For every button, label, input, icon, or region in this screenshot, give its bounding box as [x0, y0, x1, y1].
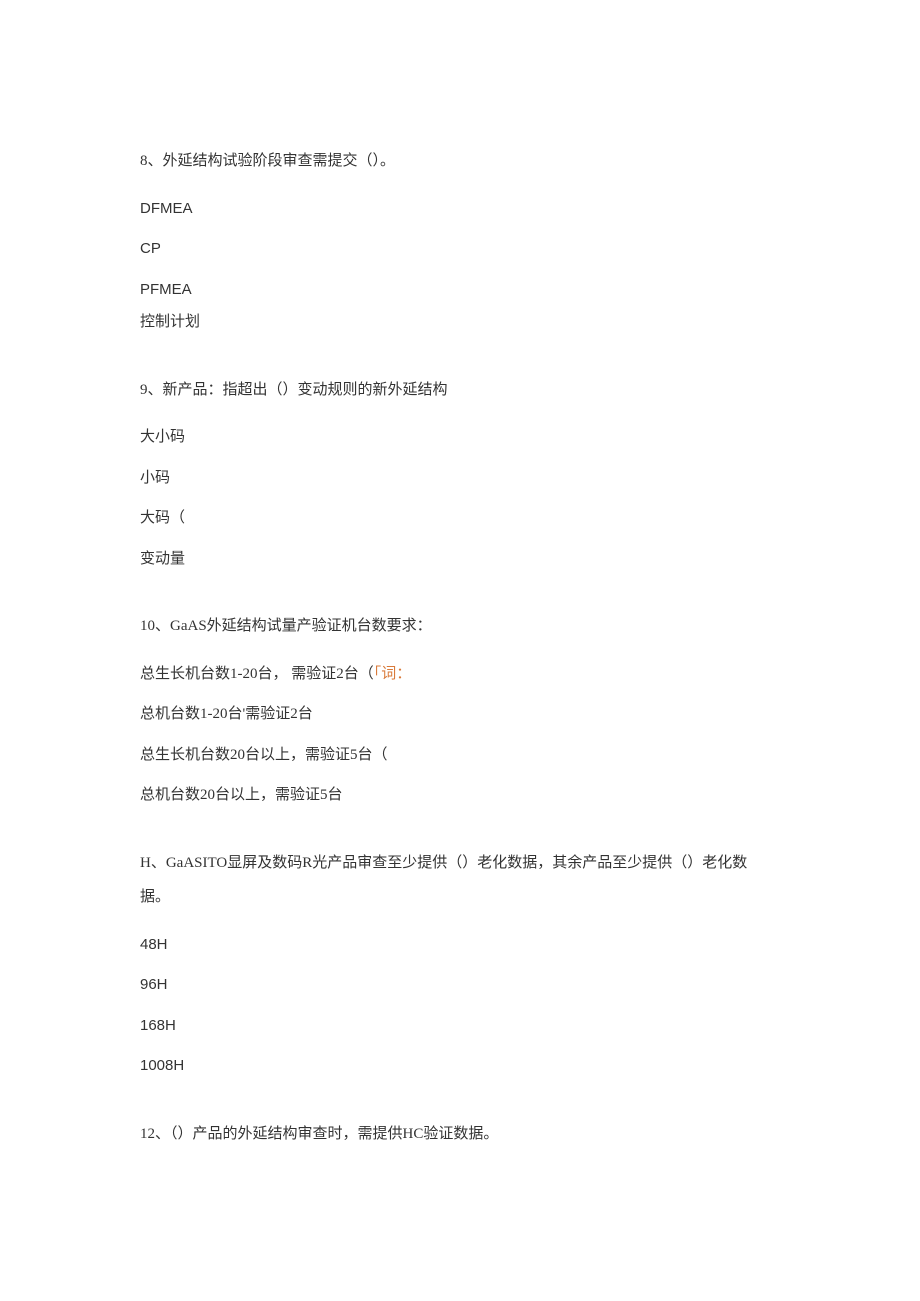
option-c: 总生长机台数20台以上，需验证5台（ [140, 744, 780, 767]
option-text-orange: 「词： [374, 666, 412, 682]
question-12: 12、（）产品的外延结构审查时，需提供HC验证数据。 [140, 1123, 780, 1146]
option-d: 变动量 [140, 548, 780, 571]
option-a: 总生长机台数1-20台， 需验证2台（「词： [140, 663, 780, 686]
question-h: H、GaASITO显屏及数码R光产品审查至少提供（）老化数据，其余产品至少提供（… [140, 852, 780, 1078]
option-a: 大小码 [140, 426, 780, 449]
question-title-line1: H、GaASITO显屏及数码R光产品审查至少提供（）老化数据，其余产品至少提供（… [140, 855, 747, 871]
question-title-line2: 据。 [140, 886, 780, 909]
option-b: 小码 [140, 467, 780, 490]
option-c: 168H [140, 1015, 780, 1038]
question-9: 9、新产品：指超出（）变动规则的新外延结构 大小码 小码 大码（ 变动量 [140, 379, 780, 571]
option-b: CP [140, 238, 780, 261]
question-title: 9、新产品：指超出（）变动规则的新外延结构 [140, 379, 780, 402]
question-10: 10、GaAS外延结构试量产验证机台数要求： 总生长机台数1-20台， 需验证2… [140, 615, 780, 807]
question-title: 10、GaAS外延结构试量产验证机台数要求： [140, 615, 780, 638]
option-c: PFMEA [140, 279, 780, 302]
option-b: 总机台数1-20台'需验证2台 [140, 703, 780, 726]
option-c: 大码（ [140, 507, 780, 530]
option-a: DFMEA [140, 198, 780, 221]
option-d: 1008H [140, 1055, 780, 1078]
question-title: 12、（）产品的外延结构审查时，需提供HC验证数据。 [140, 1123, 780, 1146]
question-title: 8、外延结构试验阶段审查需提交（）。 [140, 150, 780, 173]
option-a: 48H [140, 934, 780, 957]
document-page: 8、外延结构试验阶段审查需提交（）。 DFMEA CP PFMEA 控制计划 9… [0, 0, 920, 1301]
question-title: H、GaASITO显屏及数码R光产品审查至少提供（）老化数据，其余产品至少提供（… [140, 852, 780, 909]
option-b: 96H [140, 974, 780, 997]
question-8: 8、外延结构试验阶段审查需提交（）。 DFMEA CP PFMEA 控制计划 [140, 150, 780, 334]
option-d: 总机台数20台以上，需验证5台 [140, 784, 780, 807]
option-text-prefix: 总生长机台数1-20台， 需验证2台（ [140, 666, 374, 682]
option-d: 控制计划 [140, 311, 780, 334]
